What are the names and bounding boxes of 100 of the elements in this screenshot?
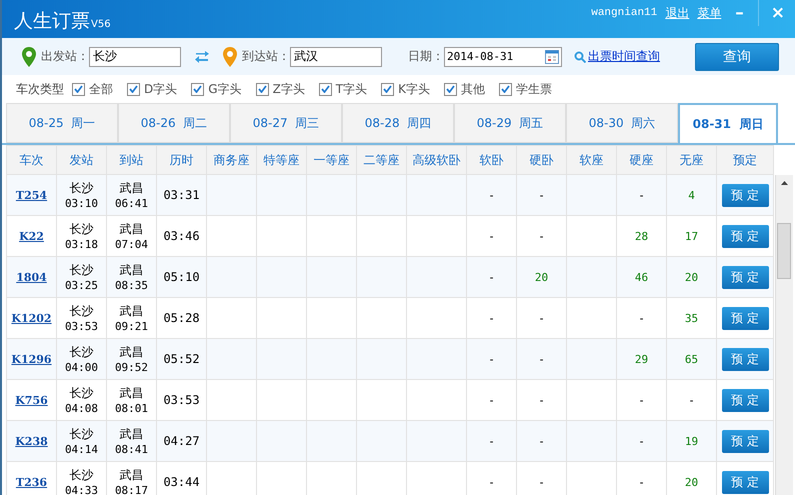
checkbox-label: G字头 [208,80,242,98]
seat-count: 17 [684,230,698,243]
book-button[interactable]: 预 定 [722,306,768,330]
checkbox[interactable] [381,82,394,96]
seat-count: 35 [684,312,698,325]
column-header: 软座 [566,146,616,174]
column-header: 商务座 [206,146,256,174]
date-tab[interactable]: 08-30 周六 [566,103,678,143]
column-header: 硬座 [616,146,666,174]
time-text: 03:53 [64,318,100,334]
checkmark-icon [74,85,83,93]
time-text: 04:33 [64,482,100,495]
date-tab[interactable]: 08-26 周二 [118,103,230,143]
station-name: 长沙 [68,302,94,318]
book-button[interactable]: 预 定 [722,470,768,494]
duration-cell: 03:31 [156,174,206,216]
book-button[interactable]: 预 定 [722,348,768,370]
seat-count: 46 [634,271,648,284]
scrollbar[interactable] [775,175,793,495]
time-text: 03:18 [64,236,100,252]
station-name: 武昌 [118,180,144,196]
book-button[interactable]: 预 定 [722,388,768,412]
checkbox[interactable] [444,82,458,96]
time-text: 04:00 [64,360,100,374]
query-button[interactable]: 查询 [695,42,779,70]
column-header: 无座 [666,146,716,174]
checkbox-label: Z字头 [272,80,305,98]
seat-count: 20 [684,476,698,489]
station-name: 武昌 [118,262,144,278]
checkmark-icon [129,85,138,93]
time-text: 08:01 [114,400,150,416]
seat-count: - [688,394,695,407]
train-link[interactable]: 1804 [16,271,47,284]
checkmark-icon [193,85,202,93]
column-header: 发站 [56,146,106,174]
column-header: 预定 [716,146,774,174]
time-text: 08:35 [114,278,150,292]
seat-count: - [488,435,495,448]
column-header: 特等座 [256,146,306,174]
checkbox[interactable] [191,82,204,96]
scrollbar-thumb[interactable] [777,223,791,279]
date-tab[interactable]: 08-29 周五 [454,103,566,143]
date-tab[interactable]: 08-27 周三 [230,103,342,143]
seat-count: - [538,476,545,489]
checkbox[interactable] [72,82,85,96]
checkmark-icon [320,85,330,93]
seat-count: - [488,394,495,407]
checkmark-icon [446,85,456,93]
seat-count: - [488,476,495,489]
username: wangnian11 [591,7,658,19]
departure-field[interactable]: 长沙 [89,46,181,66]
checkbox-label: 其他 [461,80,486,98]
column-header: 历时 [156,146,206,174]
time-text: 06:41 [114,196,150,210]
station-name: 武昌 [118,302,144,318]
calendar-icon [545,48,559,64]
minimize-button[interactable]: – [729,3,750,23]
seat-count: - [538,312,545,325]
close-button[interactable]: × [766,3,795,23]
checkbox[interactable] [499,82,512,96]
date-field[interactable]: 2014-08-31 [444,46,562,66]
scroll-up-icon [781,181,788,185]
column-header: 二等座 [356,146,406,174]
field-label: 出发站： [41,48,89,65]
duration-cell: 05:52 [156,338,206,380]
seat-count: 28 [634,230,648,243]
checkbox[interactable] [318,82,332,96]
date-tab[interactable]: 08-31 周日 [678,103,778,143]
station-name: 武昌 [118,220,144,236]
duration-cell: 04:27 [156,420,206,462]
column-header: 软卧 [466,146,516,174]
arrival-field[interactable]: 武汉 [290,46,382,66]
date-tab[interactable]: 08-25 周一 [6,103,118,143]
seat-count: - [488,271,495,284]
seat-count: - [538,435,545,448]
train-link[interactable]: K22 [19,230,44,243]
header-link[interactable]: 菜单 [697,4,722,22]
checkbox[interactable] [256,82,269,96]
time-text: 04:08 [64,400,100,416]
seat-count: - [638,394,645,407]
book-button[interactable]: 预 定 [722,184,768,206]
seat-count: - [538,353,545,366]
seat-count: - [638,476,645,489]
book-button[interactable]: 预 定 [722,224,768,248]
station-name: 长沙 [68,384,94,400]
swap-icon [195,50,209,62]
station-name: 武昌 [118,344,144,360]
header-link[interactable]: 退出 [665,4,690,22]
column-header: 一等座 [306,146,356,174]
date-tab[interactable]: 08-28 周四 [342,103,454,143]
seat-count: - [488,189,495,202]
time-text: 08:17 [114,482,150,495]
seat-count: - [638,435,645,448]
book-button[interactable]: 预 定 [722,266,768,288]
checkbox[interactable] [127,82,140,96]
seat-count: 20 [684,271,698,284]
checkmark-icon [501,85,510,93]
book-button[interactable]: 预 定 [722,430,768,452]
ticket-time-link[interactable]: 出票时间查询 [588,48,660,65]
column-header: 硬卧 [516,146,566,174]
